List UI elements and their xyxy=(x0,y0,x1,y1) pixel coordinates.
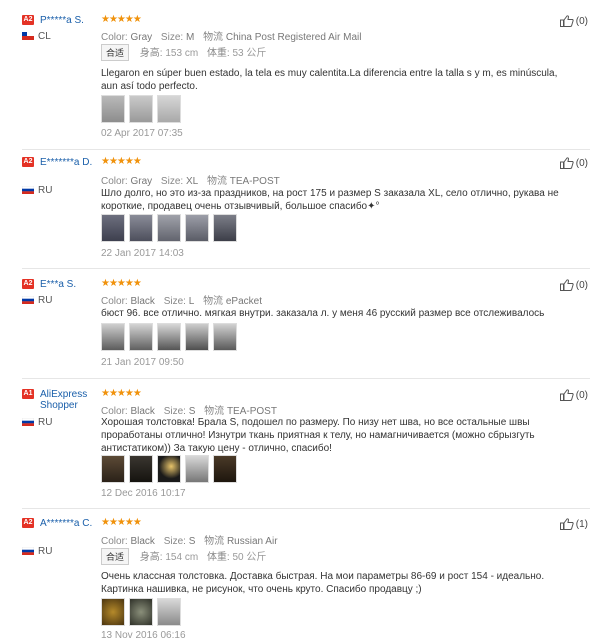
review-photo[interactable] xyxy=(129,95,153,123)
helpful-button[interactable]: (0) xyxy=(559,15,588,27)
buyer-name[interactable]: A*******a C. xyxy=(40,518,98,529)
body-measurements: 合适 身高: 154 cm 体重: 50 公斤 xyxy=(101,548,272,565)
order-attributes: Color: Gray Size: M 物流 China Post Regist… xyxy=(101,32,362,43)
review-photo[interactable] xyxy=(129,598,153,626)
review-date: 12 Dec 2016 10:17 xyxy=(101,488,186,499)
review-photo[interactable] xyxy=(213,323,237,351)
russia-flag-icon xyxy=(22,547,34,555)
review-photo[interactable] xyxy=(157,455,181,483)
buyer-country: RU xyxy=(38,417,53,428)
review-photos xyxy=(101,95,181,123)
thumbs-up-icon xyxy=(559,279,574,291)
review-photo[interactable] xyxy=(101,95,125,123)
russia-flag-icon xyxy=(22,296,34,304)
review-photo[interactable] xyxy=(185,323,209,351)
thumbs-up-icon xyxy=(559,15,574,27)
review-photos xyxy=(101,455,237,483)
divider xyxy=(22,508,590,509)
review-photo[interactable] xyxy=(101,598,125,626)
review-photo[interactable] xyxy=(185,214,209,242)
order-attributes: Color: Black Size: S 物流 TEA-POST xyxy=(101,406,277,417)
russia-flag-icon xyxy=(22,186,34,194)
buyer-level-badge: A1 xyxy=(22,389,34,399)
review-photo[interactable] xyxy=(157,323,181,351)
buyer-country: RU xyxy=(38,295,53,306)
thumbs-up-icon xyxy=(559,389,574,401)
review-photo[interactable] xyxy=(129,214,153,242)
review-text: бюст 96. все отлично. мягкая внутри. зак… xyxy=(101,308,545,319)
review-photo[interactable] xyxy=(157,95,181,123)
helpful-button[interactable]: (1) xyxy=(559,518,588,530)
review-text: Llegaron en súper buen estado, la tela e… xyxy=(101,68,558,92)
review-photo[interactable] xyxy=(129,323,153,351)
review-text: Шло долго, но это из-за праздников, на р… xyxy=(101,188,559,212)
thumbs-up-icon xyxy=(559,157,574,169)
helpful-button[interactable]: (0) xyxy=(559,157,588,169)
review-text: Хорошая толстовка! Брала S, подошел по р… xyxy=(101,417,535,454)
rating-stars: ★★★★★ xyxy=(101,388,142,399)
buyer-name[interactable]: E***a S. xyxy=(40,279,98,290)
order-attributes: Color: Black Size: L 物流 ePacket xyxy=(101,296,262,307)
helpful-button[interactable]: (0) xyxy=(559,279,588,291)
review-photo[interactable] xyxy=(157,214,181,242)
rating-stars: ★★★★★ xyxy=(101,156,142,167)
review-photo[interactable] xyxy=(101,323,125,351)
fit-tag: 合适 xyxy=(101,548,130,565)
divider xyxy=(22,149,590,150)
rating-stars: ★★★★★ xyxy=(101,14,142,25)
order-attributes: Color: Gray Size: XL 物流 TEA-POST xyxy=(101,176,280,187)
review-photos xyxy=(101,214,237,242)
review-photo[interactable] xyxy=(213,214,237,242)
buyer-name: AliExpress Shopper xyxy=(40,389,88,411)
rating-stars: ★★★★★ xyxy=(101,517,142,528)
review-date: 22 Jan 2017 14:03 xyxy=(101,248,184,259)
review-photos xyxy=(101,598,181,626)
review-photo[interactable] xyxy=(101,214,125,242)
review-photos xyxy=(101,323,237,351)
russia-flag-icon xyxy=(22,418,34,426)
buyer-level-badge: A2 xyxy=(22,157,34,167)
buyer-level-badge: A2 xyxy=(22,518,34,528)
review-photo[interactable] xyxy=(185,455,209,483)
review-photo[interactable] xyxy=(101,455,125,483)
divider xyxy=(22,378,590,379)
review-photo[interactable] xyxy=(129,455,153,483)
thumbs-up-icon xyxy=(559,518,574,530)
review-photo[interactable] xyxy=(157,598,181,626)
review-text: Очень классная толстовка. Доставка быстр… xyxy=(101,571,545,595)
review-date: 13 Nov 2016 06:16 xyxy=(101,630,186,641)
buyer-country: RU xyxy=(38,546,53,557)
rating-stars: ★★★★★ xyxy=(101,278,142,289)
divider xyxy=(22,268,590,269)
fit-tag: 合适 xyxy=(101,44,130,61)
buyer-name[interactable]: E*******a D. xyxy=(40,157,98,168)
review-date: 02 Apr 2017 07:35 xyxy=(101,128,183,139)
buyer-country: CL xyxy=(38,31,51,42)
body-measurements: 合适 身高: 153 cm 体重: 53 公斤 xyxy=(101,44,272,61)
review-photo[interactable] xyxy=(213,455,237,483)
review-date: 21 Jan 2017 09:50 xyxy=(101,357,184,368)
helpful-button[interactable]: (0) xyxy=(559,389,588,401)
chile-flag-icon xyxy=(22,32,34,40)
buyer-name[interactable]: P*****a S. xyxy=(40,15,98,26)
buyer-country: RU xyxy=(38,185,53,196)
buyer-level-badge: A2 xyxy=(22,279,34,289)
order-attributes: Color: Black Size: S 物流 Russian Air xyxy=(101,536,278,547)
buyer-level-badge: A2 xyxy=(22,15,34,25)
